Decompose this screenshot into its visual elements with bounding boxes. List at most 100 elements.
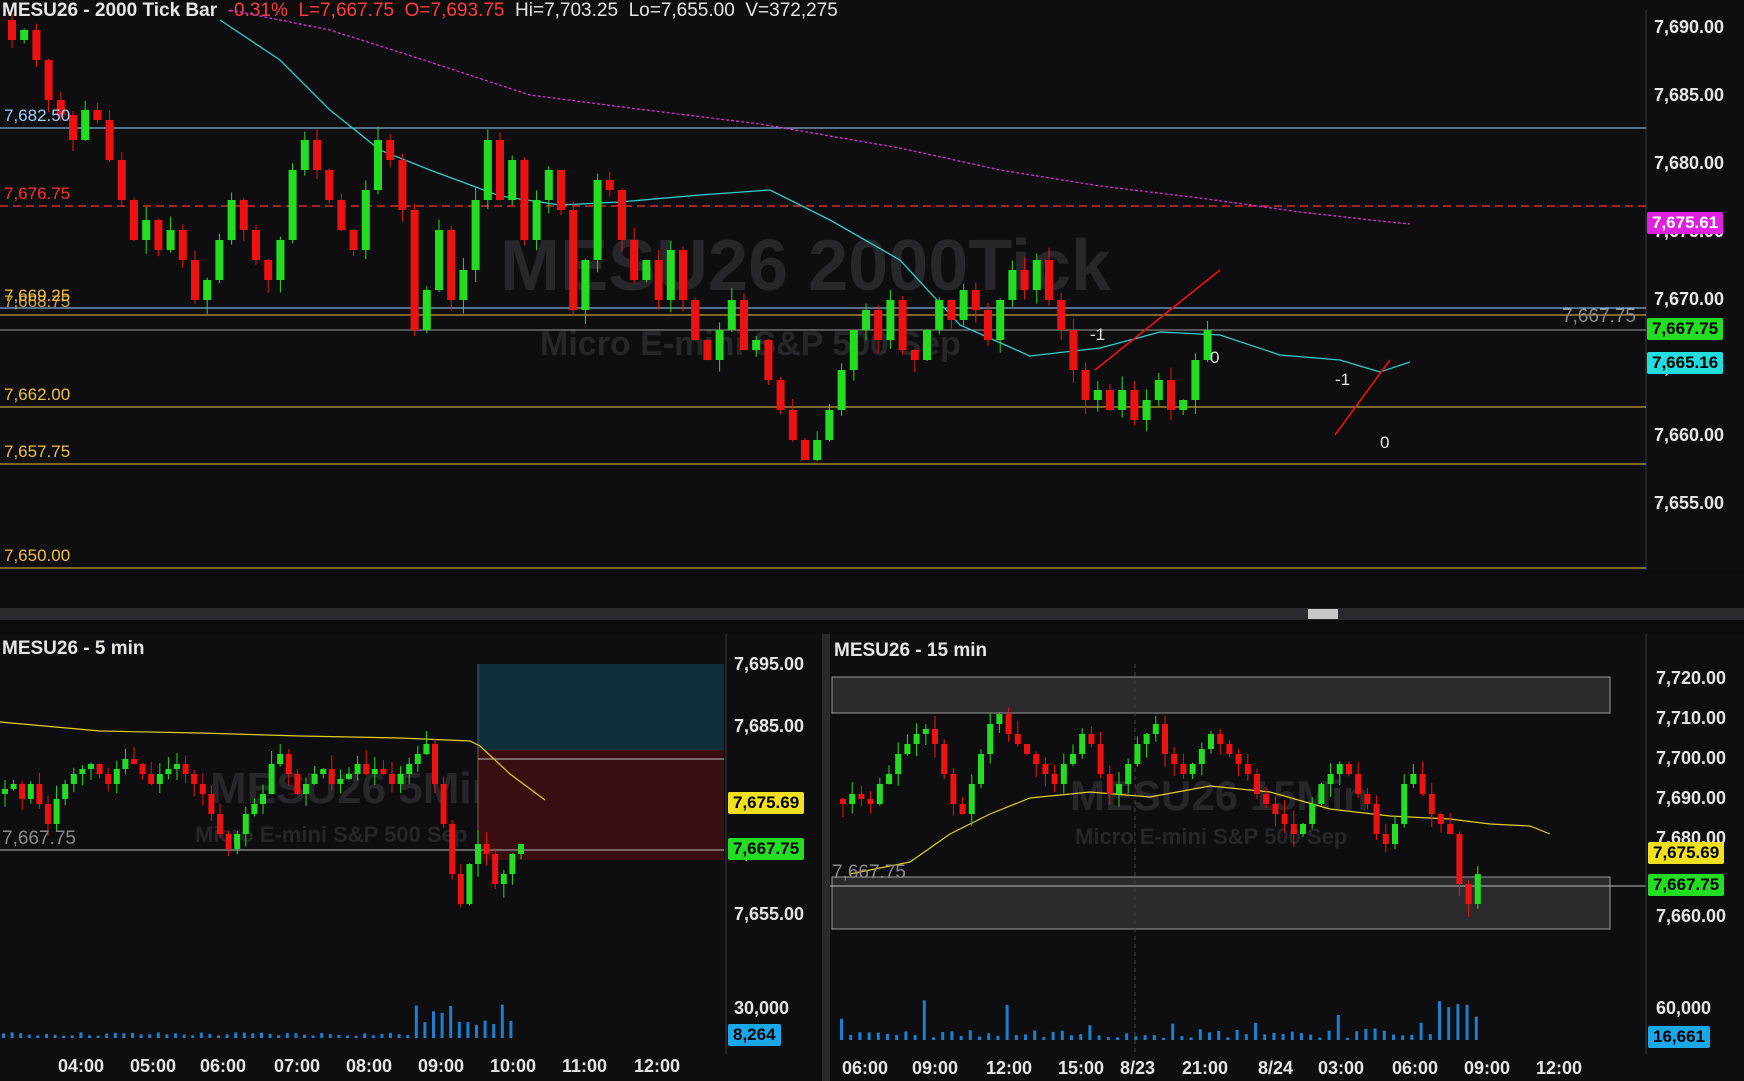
fifteen-candle-52 xyxy=(1318,782,1325,806)
tick-candle-79 xyxy=(971,282,980,323)
five-ghost-price: 7,667.75 xyxy=(2,828,76,849)
level-label-7662-00: 7,662.00 xyxy=(4,385,71,404)
fifteen-candle-26 xyxy=(1079,728,1086,759)
fifteen-min-chart-panel[interactable]: MESU26 - 15 min MESU26 15Min Micro E-min… xyxy=(830,634,1744,1081)
five-volume-bar-8 xyxy=(70,1035,74,1038)
tick-candle-82 xyxy=(1008,260,1017,307)
five-candle-39 xyxy=(337,769,344,794)
tick-candle-97 xyxy=(1191,353,1200,414)
five-candle-34 xyxy=(294,769,301,795)
five-volume-bar-52 xyxy=(449,1005,453,1038)
swing-annotations: -1 0 -1 0 xyxy=(1090,325,1389,452)
five-volume-bar-13 xyxy=(113,1032,117,1038)
tick-candle-48 xyxy=(593,173,602,273)
tick-candle-60 xyxy=(740,293,748,351)
price-badge-magenta: 7,675.61 xyxy=(1647,212,1724,234)
fifteen-price-label-5: 7,660.00 xyxy=(1656,906,1727,926)
tick-candle-40 xyxy=(496,132,504,201)
tick-candle-46 xyxy=(569,201,578,317)
five-volume-bar-29 xyxy=(251,1033,255,1038)
main-scrollbar[interactable] xyxy=(0,608,1744,620)
fifteen-candle-55 xyxy=(1346,761,1352,777)
five-candle-27 xyxy=(234,830,241,855)
tick-candle-87 xyxy=(1069,318,1078,383)
tick-candle-90 xyxy=(1106,383,1114,412)
fifteen-volume-bar-5 xyxy=(886,1033,889,1040)
price-axis-label-6: 7,660.00 xyxy=(1654,425,1725,445)
fifteen-candle-43 xyxy=(1235,748,1242,777)
fifteen-volume-bar-61 xyxy=(1401,1035,1405,1040)
five-price-label-0: 7,695.00 xyxy=(734,654,805,674)
fifteen-candle-44 xyxy=(1244,753,1251,781)
five-volume-bar-22 xyxy=(191,1035,195,1038)
five-min-chart-panel[interactable]: MESU26 - 5 min MESU26 5Min Micro E-mini … xyxy=(0,634,822,1081)
five-volume-bar-39 xyxy=(337,1034,341,1038)
tick-candle-73 xyxy=(898,296,907,356)
five-time-label-6: 10:00 xyxy=(490,1056,537,1076)
level-label-7657-75: 7,657.75 xyxy=(4,442,71,461)
five-volume-bar-51 xyxy=(440,1012,444,1038)
five-time-label-4: 08:00 xyxy=(346,1056,393,1076)
fifteen-volume-bar-40 xyxy=(1208,1032,1211,1040)
fifteen-volume-bar-64 xyxy=(1428,1034,1432,1040)
tick-candle-64 xyxy=(788,398,797,442)
fifteen-min-price-plot[interactable] xyxy=(830,634,1650,1054)
five-candle-23 xyxy=(199,773,206,806)
swing-label-0: -1 xyxy=(1090,325,1105,344)
fifteen-volume-bar-32 xyxy=(1134,1036,1138,1040)
main-scrollbar-thumb[interactable] xyxy=(1308,609,1338,619)
fifteen-badge-last: 7,667.75 xyxy=(1648,874,1725,896)
fifteen-candle-9 xyxy=(922,724,929,746)
pane-divider[interactable] xyxy=(822,634,830,1081)
swing-label-1: 0 xyxy=(1210,348,1219,367)
five-candle-59 xyxy=(509,853,516,885)
tick-candle-11 xyxy=(142,206,151,254)
five-candle-1 xyxy=(10,779,17,791)
tick-candle-14 xyxy=(178,224,187,268)
tick-candle-20 xyxy=(252,225,260,265)
fifteen-volume-bar-48 xyxy=(1281,1034,1285,1040)
fifteen-candle-8 xyxy=(913,723,920,757)
tick-chart-panel[interactable]: MESU26 - 2000 Tick Bar -0.31% L=7,667.75… xyxy=(0,0,1744,570)
five-volume-bar-38 xyxy=(328,1034,332,1038)
five-candle-44 xyxy=(380,760,387,776)
fifteen-volume-bar-8 xyxy=(913,1035,917,1040)
fifteen-price-label-1: 7,710.00 xyxy=(1656,708,1727,728)
five-candle-58 xyxy=(500,869,507,898)
five-candle-30 xyxy=(260,784,266,815)
five-candle-19 xyxy=(165,757,172,780)
five-candle-52 xyxy=(449,819,456,880)
tick-candle-56 xyxy=(691,297,700,341)
fifteen-candle-37 xyxy=(1180,753,1187,779)
fifteen-time-label-0: 06:00 xyxy=(842,1058,889,1078)
tick-candle-50 xyxy=(618,188,626,252)
fifteen-volume-axis: 60,000 xyxy=(1656,998,1712,1018)
five-candle-35 xyxy=(303,777,309,806)
five-candle-47 xyxy=(406,757,413,784)
tick-candle-63 xyxy=(776,376,785,415)
five-candle-20 xyxy=(174,753,180,781)
tick-candle-70 xyxy=(862,303,870,341)
fifteen-candle-17 xyxy=(996,712,1003,733)
tick-candle-25 xyxy=(313,129,321,180)
fifteen-candle-10 xyxy=(932,715,938,758)
tick-candle-95 xyxy=(1167,367,1175,421)
five-min-price-plot[interactable] xyxy=(0,634,730,1054)
price-axis-label-0: 7,690.00 xyxy=(1654,17,1725,37)
five-volume-bar-26 xyxy=(225,1034,229,1038)
fifteen-candle-57 xyxy=(1364,787,1371,810)
tick-candle-52 xyxy=(642,259,651,283)
five-volume-axis: 30,000 xyxy=(734,998,790,1018)
five-candle-29 xyxy=(251,798,258,817)
five-volume-bar-44 xyxy=(380,1033,384,1038)
five-volume-bar-16 xyxy=(139,1034,143,1038)
fifteen-volume-bar-25 xyxy=(1070,1035,1073,1040)
fifteen-volume-bar-33 xyxy=(1143,1035,1147,1040)
tick-candle-42 xyxy=(520,156,529,246)
tick-price-plot[interactable]: -1 0 -1 0 xyxy=(0,0,1650,570)
fifteen-time-label-1: 09:00 xyxy=(912,1058,959,1078)
tick-candle-33 xyxy=(410,203,419,337)
tick-candle-13 xyxy=(166,216,175,253)
fifteen-volume-bar-15 xyxy=(978,1036,981,1040)
fifteen-volume-bar-1 xyxy=(849,1034,853,1040)
